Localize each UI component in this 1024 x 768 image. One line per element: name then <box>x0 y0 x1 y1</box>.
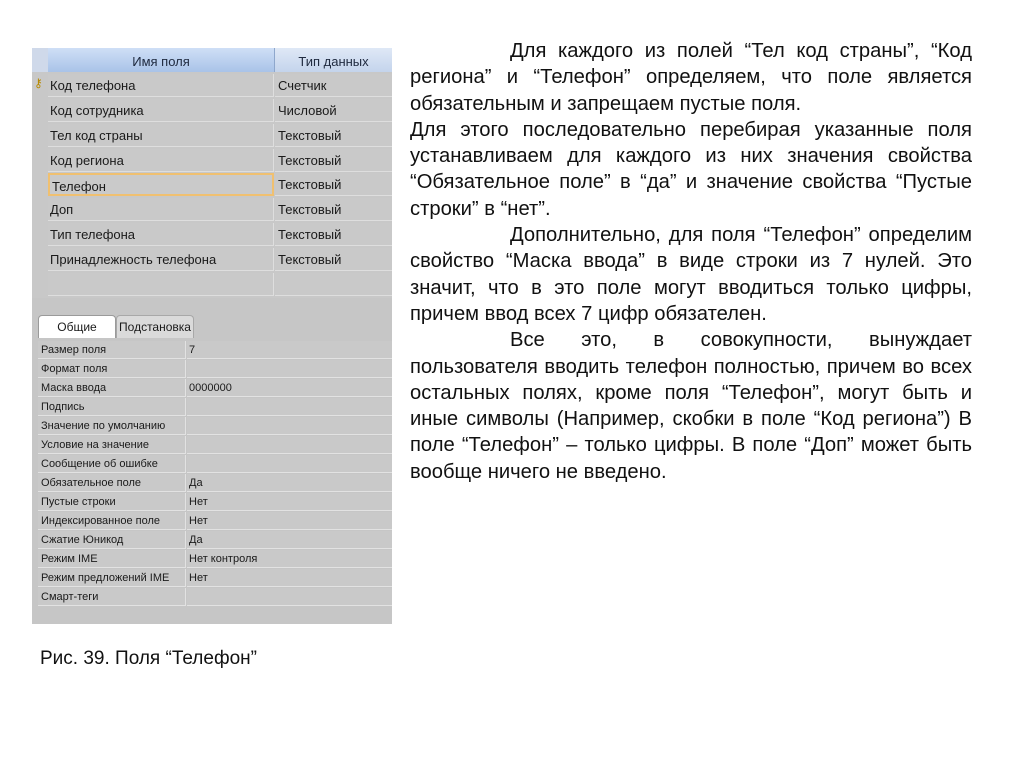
data-type-cell[interactable]: Текстовый <box>275 149 392 172</box>
row-selector[interactable] <box>32 99 48 123</box>
property-value[interactable]: Нет контроля <box>187 550 392 568</box>
column-header-field-name[interactable]: Имя поля <box>48 48 275 72</box>
body-text: Для каждого из полей “Тел код страны”, “… <box>410 38 972 485</box>
property-name: Смарт-теги <box>38 588 186 606</box>
field-properties-panel: Общие Подстановка Размер поля 7 Формат п… <box>32 298 392 624</box>
field-name-cell[interactable]: Тип телефона <box>48 223 274 246</box>
property-name: Маска ввода <box>38 379 186 397</box>
property-row[interactable]: Подпись <box>38 398 392 417</box>
property-row[interactable]: Обязательное поле Да <box>38 474 392 493</box>
row-selector[interactable] <box>32 173 48 197</box>
property-value[interactable]: 0000000 <box>187 379 392 397</box>
property-value[interactable]: Нет <box>187 512 392 530</box>
property-name: Подпись <box>38 398 186 416</box>
field-name-cell[interactable]: Тел код страны <box>48 124 274 147</box>
data-type-cell[interactable]: Числовой <box>275 99 392 122</box>
field-row-empty[interactable] <box>32 273 392 297</box>
property-value[interactable]: Да <box>187 531 392 549</box>
property-row[interactable]: Условие на значение <box>38 436 392 455</box>
field-row[interactable]: ⚷ Код телефона Счетчик <box>32 74 392 98</box>
data-type-cell[interactable]: Текстовый <box>275 173 392 196</box>
field-row[interactable]: Код региона Текстовый <box>32 149 392 173</box>
paragraph-4: Все это, в совокупности, вынуждает польз… <box>410 329 972 483</box>
property-value[interactable] <box>187 360 392 378</box>
property-row[interactable]: Индексированное поле Нет <box>38 512 392 531</box>
field-name-cell[interactable]: Доп <box>48 198 274 221</box>
property-row[interactable]: Формат поля <box>38 360 392 379</box>
property-row[interactable]: Значение по умолчанию <box>38 417 392 436</box>
data-type-cell[interactable]: Текстовый <box>275 124 392 147</box>
tab-lookup[interactable]: Подстановка <box>116 315 194 338</box>
field-row[interactable]: Доп Текстовый <box>32 198 392 222</box>
property-name: Сжатие Юникод <box>38 531 186 549</box>
field-name-cell[interactable]: Код региона <box>48 149 274 172</box>
field-name-cell[interactable]: Телефон <box>48 173 274 196</box>
field-row[interactable]: Принадлежность телефона Текстовый <box>32 248 392 272</box>
field-row-active[interactable]: Телефон Текстовый <box>32 173 392 197</box>
field-name-cell[interactable]: Код телефона <box>48 74 274 97</box>
key-icon: ⚷ <box>34 76 43 90</box>
property-name: Значение по умолчанию <box>38 417 186 435</box>
property-row[interactable]: Сообщение об ошибке <box>38 455 392 474</box>
field-row[interactable]: Код сотрудника Числовой <box>32 99 392 123</box>
paragraph-2: Для этого последовательно перебирая указ… <box>410 118 972 220</box>
property-name: Формат поля <box>38 360 186 378</box>
property-row[interactable]: Пустые строки Нет <box>38 493 392 512</box>
data-type-cell[interactable]: Счетчик <box>275 74 392 97</box>
header-row-selector <box>32 48 48 72</box>
property-value[interactable]: Нет <box>187 493 392 511</box>
row-selector[interactable] <box>32 198 48 222</box>
properties-tabstrip: Общие Подстановка <box>32 298 392 340</box>
row-selector[interactable] <box>32 124 48 148</box>
data-type-cell[interactable]: Текстовый <box>275 248 392 271</box>
paragraph-3: Дополнительно, для поля “Телефон” опреде… <box>410 224 972 325</box>
property-value[interactable] <box>187 436 392 454</box>
property-value[interactable]: Да <box>187 474 392 492</box>
row-selector[interactable]: ⚷ <box>32 74 48 98</box>
figure-caption: Рис. 39. Поля “Телефон” <box>40 648 257 669</box>
field-name-cell[interactable] <box>48 273 274 296</box>
field-name-cell[interactable]: Код сотрудника <box>48 99 274 122</box>
field-row[interactable]: Тип телефона Текстовый <box>32 223 392 247</box>
property-name: Размер поля <box>38 341 186 359</box>
property-name: Сообщение об ошибке <box>38 455 186 473</box>
property-name: Индексированное поле <box>38 512 186 530</box>
property-row[interactable]: Размер поля 7 <box>38 341 392 360</box>
property-row[interactable]: Сжатие Юникод Да <box>38 531 392 550</box>
row-selector[interactable] <box>32 223 48 247</box>
property-name: Режим IME <box>38 550 186 568</box>
property-value[interactable] <box>187 398 392 416</box>
row-selector[interactable] <box>32 273 48 297</box>
tab-general[interactable]: Общие <box>38 315 116 338</box>
property-name: Условие на значение <box>38 436 186 454</box>
column-header-data-type[interactable]: Тип данных <box>275 48 392 72</box>
paragraph-1: Для каждого из полей “Тел код страны”, “… <box>410 40 972 115</box>
data-type-cell[interactable]: Текстовый <box>275 223 392 246</box>
property-row[interactable]: Маска ввода 0000000 <box>38 379 392 398</box>
property-row[interactable]: Режим IME Нет контроля <box>38 550 392 569</box>
property-value[interactable] <box>187 455 392 473</box>
row-selector[interactable] <box>32 149 48 173</box>
property-row[interactable]: Смарт-теги <box>38 588 392 607</box>
property-value[interactable]: 7 <box>187 341 392 359</box>
property-name: Режим предложений IME <box>38 569 186 587</box>
property-value[interactable] <box>187 417 392 435</box>
table-design-grid: Имя поля Тип данных ⚷ Код телефона Счетч… <box>32 48 392 298</box>
field-row[interactable]: Тел код страны Текстовый <box>32 124 392 148</box>
data-type-cell[interactable] <box>275 273 392 296</box>
property-value[interactable] <box>187 588 392 606</box>
property-value[interactable]: Нет <box>187 569 392 587</box>
property-name: Обязательное поле <box>38 474 186 492</box>
property-row[interactable]: Режим предложений IME Нет <box>38 569 392 588</box>
property-name: Пустые строки <box>38 493 186 511</box>
row-selector[interactable] <box>32 248 48 272</box>
field-name-cell[interactable]: Принадлежность телефона <box>48 248 274 271</box>
data-type-cell[interactable]: Текстовый <box>275 198 392 221</box>
grid-header: Имя поля Тип данных <box>32 48 392 72</box>
